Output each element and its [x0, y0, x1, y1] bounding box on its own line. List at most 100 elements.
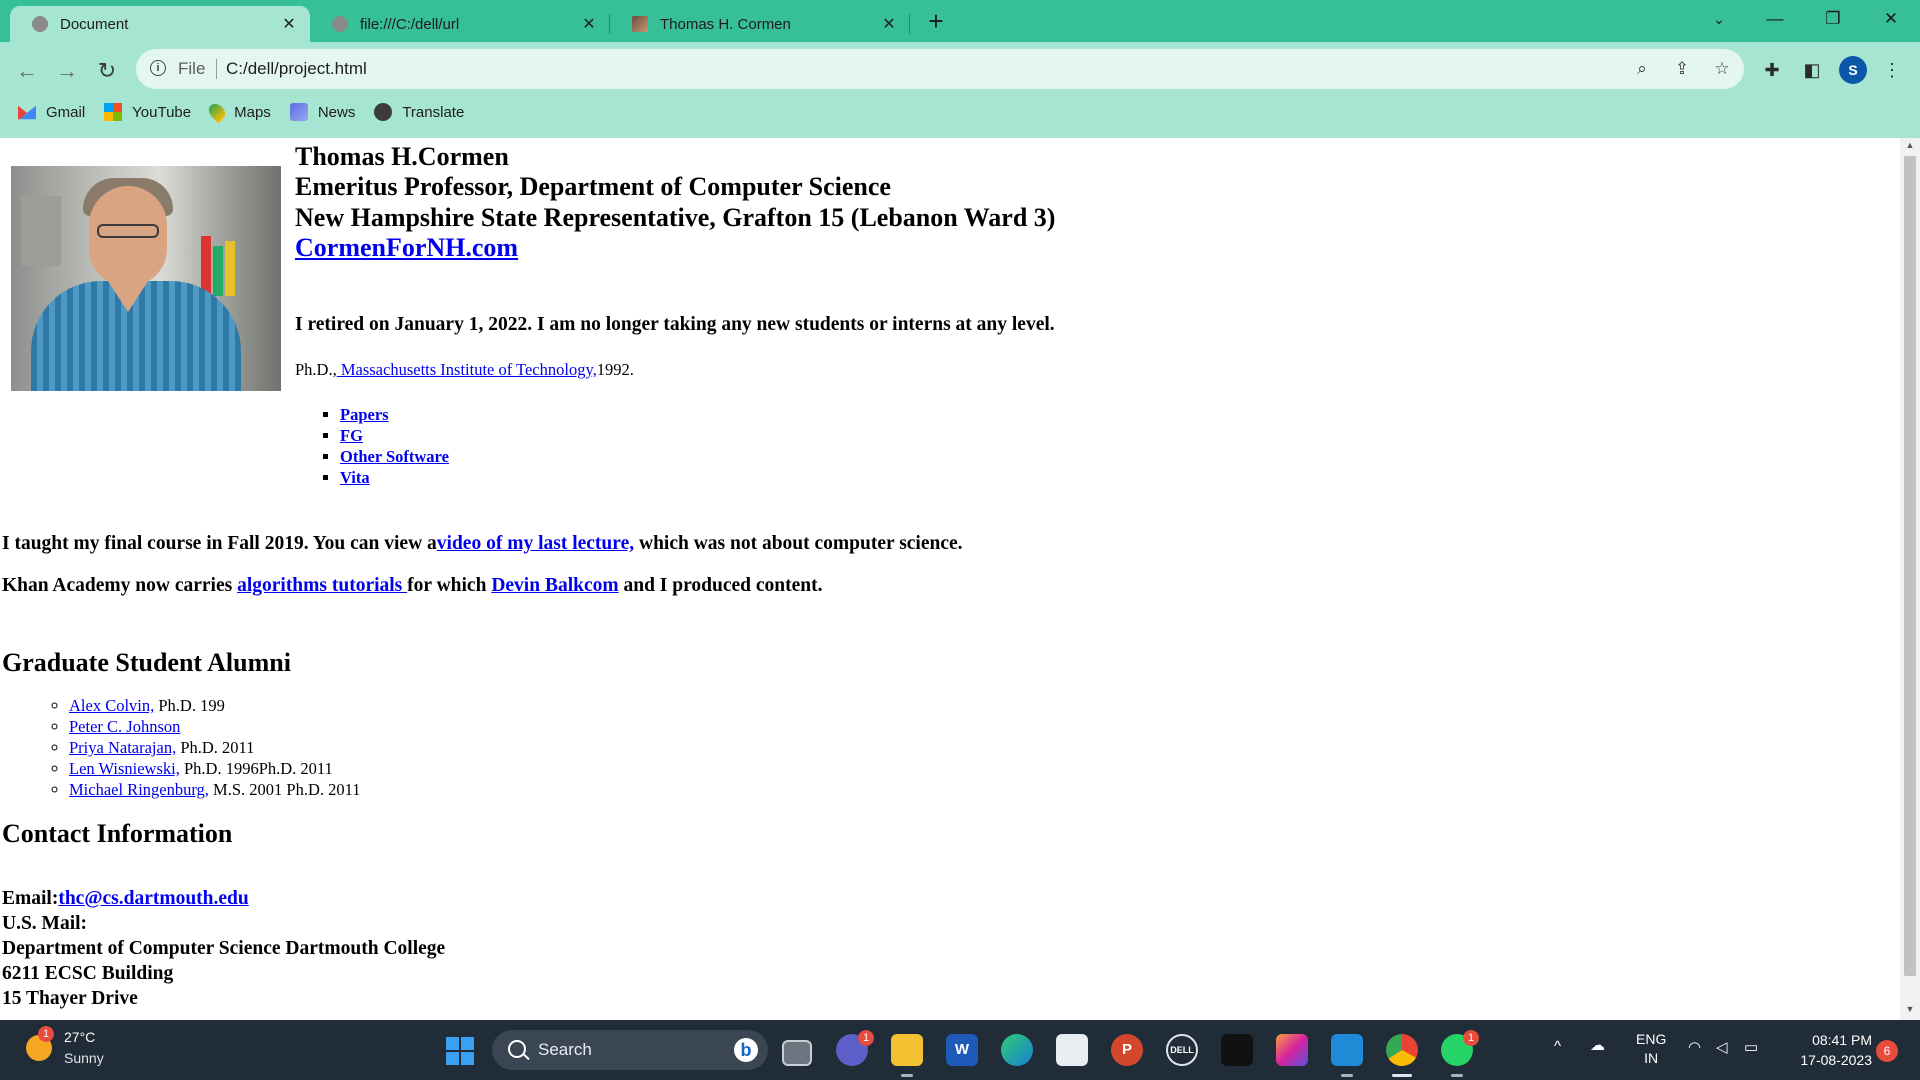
notification-badge[interactable]: 6 — [1876, 1040, 1898, 1062]
battery-icon[interactable]: ▭ — [1744, 1038, 1758, 1056]
windows-taskbar: 1 27°C Sunny Search b 1 W P DELL 1 ^ ☁ E… — [0, 1020, 1920, 1080]
address-line: Department of Computer Science Dartmouth… — [2, 938, 446, 959]
url-text[interactable]: C:/dell/project.html — [226, 59, 367, 79]
weather-condition[interactable]: Sunny — [64, 1050, 104, 1066]
start-windows-icon[interactable] — [446, 1037, 474, 1065]
chrome-icon[interactable] — [1386, 1034, 1418, 1066]
close-tab-icon[interactable]: ✕ — [880, 14, 898, 34]
papers-link[interactable]: Papers — [340, 405, 389, 424]
bookmark-maps[interactable]: Maps — [205, 100, 271, 124]
bookmark-star-icon[interactable]: ☆ — [1710, 57, 1734, 81]
info-icon[interactable]: i — [150, 60, 166, 76]
powerpoint-icon[interactable]: P — [1111, 1034, 1143, 1066]
search-placeholder: Search — [538, 1040, 592, 1059]
alumni-link[interactable]: Alex Colvin, — [69, 696, 154, 715]
weather-temperature[interactable]: 27°C — [64, 1029, 95, 1045]
dell-icon[interactable]: DELL — [1166, 1034, 1198, 1066]
address-bar[interactable]: i File C:/dell/project.html ⌕ ⇪ ☆ — [136, 49, 1744, 89]
list-item: Alex Colvin, Ph.D. 199 — [69, 695, 361, 716]
close-tab-icon[interactable]: ✕ — [280, 14, 298, 34]
taskbar-search[interactable]: Search b — [492, 1030, 768, 1070]
zoom-icon[interactable]: ⌕ — [1630, 57, 1654, 81]
khan-text: for which — [407, 575, 492, 596]
retirement-note: I retired on January 1, 2022. I am no lo… — [295, 314, 1055, 335]
close-tab-icon[interactable]: ✕ — [580, 14, 598, 34]
fg-link[interactable]: FG — [340, 426, 363, 445]
wifi-icon[interactable]: ◠ — [1688, 1038, 1701, 1056]
minimize-button[interactable]: — — [1752, 0, 1798, 40]
more-menu-icon[interactable]: ⋮ — [1878, 56, 1906, 84]
tab-search-chevron-icon[interactable]: ⌄ — [1696, 0, 1742, 40]
instagram-icon[interactable] — [1276, 1034, 1308, 1066]
scroll-thumb[interactable] — [1904, 156, 1916, 976]
lecture-paragraph: I taught my final course in Fall 2019. Y… — [2, 533, 963, 555]
store-icon[interactable] — [1056, 1034, 1088, 1066]
affinity-icon[interactable] — [1221, 1034, 1253, 1066]
tab-thomas-cormen[interactable]: Thomas H. Cormen ✕ — [610, 6, 910, 42]
khan-text: Khan Academy now carries — [2, 575, 238, 596]
clock-date: 17-08-2023 — [1800, 1052, 1872, 1068]
devin-balkcom-link[interactable]: Devin Balkcom — [491, 575, 618, 596]
restore-button[interactable]: ❐ — [1810, 0, 1856, 40]
alumni-link[interactable]: Michael Ringenburg, — [69, 780, 209, 799]
bing-icon[interactable]: b — [734, 1038, 758, 1062]
bookmark-label: Translate — [402, 103, 465, 121]
bookmark-gmail[interactable]: Gmail — [18, 103, 85, 121]
khan-paragraph: Khan Academy now carries algorithms tuto… — [2, 575, 823, 597]
side-panel-icon[interactable]: ◧ — [1798, 56, 1826, 84]
word-icon[interactable]: W — [946, 1034, 978, 1066]
onedrive-cloud-icon[interactable]: ☁ — [1590, 1036, 1605, 1054]
running-indicator — [1392, 1074, 1412, 1077]
bookmarks-bar: Gmail YouTube Maps News Translate — [0, 98, 483, 126]
alumni-link[interactable]: Peter C. Johnson — [69, 717, 180, 736]
globe-icon — [332, 16, 348, 32]
language-code: ENG — [1636, 1031, 1667, 1047]
list-item: Priya Natarajan, Ph.D. 2011 — [69, 737, 361, 758]
tab-file-url[interactable]: file:///C:/dell/url ✕ — [310, 6, 610, 42]
bookmark-translate[interactable]: Translate — [374, 103, 464, 121]
clock[interactable]: 08:41 PM 17-08-2023 — [1786, 1030, 1872, 1070]
vscode-icon[interactable] — [1331, 1034, 1363, 1066]
tab-document[interactable]: Document ✕ — [10, 6, 310, 42]
mit-link[interactable]: Massachusetts Institute of Technology, — [337, 360, 597, 379]
extensions-puzzle-icon[interactable]: ✚ — [1758, 56, 1786, 84]
alumni-list: Alex Colvin, Ph.D. 199 Peter C. Johnson … — [47, 695, 361, 800]
back-arrow-icon[interactable]: ← — [12, 56, 42, 86]
close-window-button[interactable]: ✕ — [1868, 0, 1914, 40]
web-page: Thomas H.Cormen Emeritus Professor, Depa… — [0, 138, 1900, 1020]
alumni-link[interactable]: Len Wisniewski, — [69, 759, 180, 778]
tab-divider — [909, 14, 910, 34]
scroll-down-icon[interactable]: ▼ — [1900, 1004, 1920, 1014]
edge-icon[interactable] — [1001, 1034, 1033, 1066]
scroll-up-icon[interactable]: ▲ — [1900, 140, 1920, 150]
globe-icon — [374, 103, 393, 121]
show-hidden-icons-chevron-icon[interactable]: ^ — [1554, 1038, 1561, 1055]
volume-icon[interactable]: ◁ — [1716, 1038, 1728, 1056]
file-explorer-icon[interactable] — [891, 1034, 923, 1066]
cormen-for-nh-link[interactable]: CormenForNH.com — [295, 233, 518, 263]
forward-arrow-icon[interactable]: → — [52, 56, 82, 86]
bookmark-label: Gmail — [46, 103, 86, 121]
news-icon — [289, 103, 308, 121]
alumni-link[interactable]: Priya Natarajan, — [69, 738, 176, 757]
phd-year: 1992. — [596, 360, 634, 379]
phd-line: Ph.D., Massachusetts Institute of Techno… — [295, 360, 634, 380]
share-icon[interactable]: ⇪ — [1670, 57, 1694, 81]
alumni-degree: Ph.D. 1996Ph.D. 2011 — [179, 759, 333, 778]
language-indicator[interactable]: ENG IN — [1636, 1030, 1666, 1068]
other-software-link[interactable]: Other Software — [340, 447, 449, 466]
list-item: Peter C. Johnson — [69, 716, 361, 737]
algorithms-tutorials-link[interactable]: algorithms tutorials — [237, 575, 407, 596]
page-scrollbar[interactable]: ▲ ▼ — [1900, 138, 1920, 1020]
bookmark-youtube[interactable]: YouTube — [104, 103, 191, 121]
email-link[interactable]: thc@cs.dartmouth.edu — [58, 888, 248, 909]
last-lecture-link[interactable]: video of my last lecture, — [437, 533, 634, 554]
bookmark-news[interactable]: News — [289, 103, 355, 121]
new-tab-button[interactable]: + — [920, 6, 952, 36]
list-item: Len Wisniewski, Ph.D. 1996Ph.D. 2011 — [69, 758, 361, 779]
vita-link[interactable]: Vita — [340, 468, 370, 487]
profile-avatar[interactable]: S — [1839, 56, 1867, 84]
list-item: Other Software — [340, 446, 449, 467]
reload-icon[interactable]: ↻ — [92, 56, 122, 86]
task-view-icon[interactable] — [782, 1040, 812, 1066]
